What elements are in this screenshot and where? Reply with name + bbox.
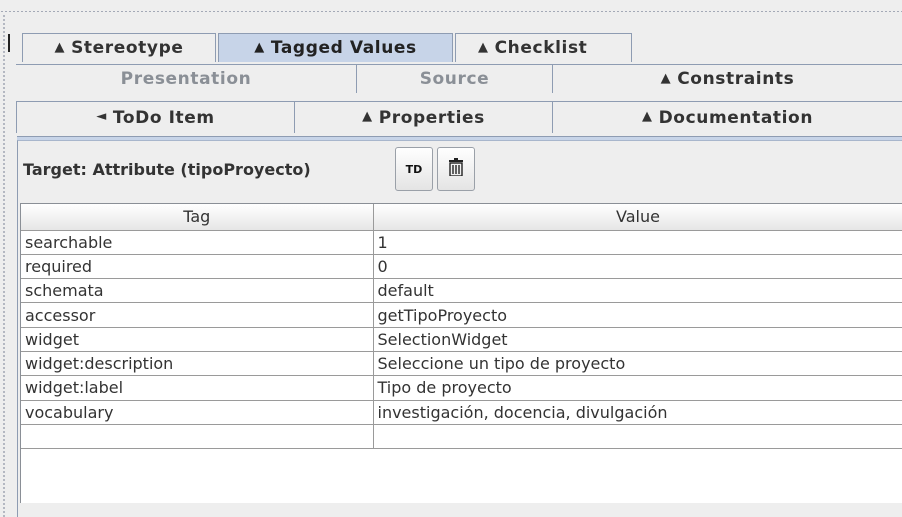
new-todo-button[interactable]: TD: [395, 147, 433, 191]
tab-source[interactable]: Source: [356, 64, 552, 93]
expand-arrow-icon: ▲: [54, 39, 66, 55]
value-cell[interactable]: [373, 424, 902, 450]
value-cell[interactable]: Seleccione un tipo de proyecto: [373, 351, 902, 377]
drag-handle-top[interactable]: [0, 10, 902, 13]
expand-arrow-icon: ▲: [641, 109, 653, 124]
tab-label: Documentation: [658, 107, 814, 128]
tagged-values-panel: ▲ Stereotype ▲ Tagged Values ▲ Checklist…: [0, 0, 902, 517]
value-cell[interactable]: getTipoProyecto: [373, 302, 902, 328]
tagged-values-table: Tag Value searchable 1 required 0 schema…: [20, 203, 902, 503]
tag-cell[interactable]: searchable: [21, 230, 374, 255]
table-row[interactable]: accessor getTipoProyecto: [21, 302, 902, 328]
table-row[interactable]: widget SelectionWidget: [21, 327, 902, 352]
tab-label: Presentation: [120, 69, 252, 89]
tab-label: Source: [419, 69, 490, 89]
value-cell[interactable]: SelectionWidget: [373, 327, 902, 352]
table-row[interactable]: searchable 1: [21, 230, 902, 255]
tab-checklist[interactable]: ▲ Checklist: [455, 33, 632, 62]
tab-documentation[interactable]: ▲ Documentation: [552, 101, 902, 133]
expand-arrow-icon: ▲: [478, 39, 489, 55]
value-cell[interactable]: investigación, docencia, divulgación: [373, 400, 902, 425]
tab-properties[interactable]: ▲ Properties: [294, 101, 552, 133]
tab-label: Tagged Values: [270, 38, 417, 58]
expand-arrow-icon: ▲: [254, 39, 265, 55]
trash-icon: [448, 158, 464, 180]
splitter-bar[interactable]: [8, 34, 10, 52]
value-cell[interactable]: 0: [373, 254, 902, 280]
tag-cell[interactable]: [21, 424, 374, 450]
table-row[interactable]: schemata default: [21, 278, 902, 304]
tag-cell[interactable]: accessor: [21, 302, 374, 328]
tag-cell[interactable]: required: [21, 254, 374, 280]
tab-row-2: Presentation Source ▲ Constraints: [16, 64, 902, 93]
tab-label: Stereotype: [71, 38, 184, 58]
value-cell[interactable]: 1: [373, 230, 902, 255]
tab-label: Properties: [378, 107, 485, 128]
tag-cell[interactable]: schemata: [21, 278, 374, 304]
tag-cell[interactable]: widget:label: [21, 375, 374, 401]
tab-label: Checklist: [494, 38, 588, 58]
tab-presentation[interactable]: Presentation: [16, 64, 356, 93]
expand-arrow-icon: ▲: [660, 70, 672, 86]
delete-tag-button[interactable]: [437, 147, 475, 191]
value-cell[interactable]: Tipo de proyecto: [373, 375, 902, 401]
tab-row-1: ▲ Stereotype ▲ Tagged Values ▲ Checklist: [22, 33, 632, 62]
tab-row-3: ◄ ToDo Item ▲ Properties ▲ Documentation: [16, 101, 902, 133]
column-header-value[interactable]: Value: [373, 204, 902, 231]
value-cell[interactable]: default: [373, 278, 902, 304]
table-row-empty[interactable]: [21, 424, 902, 450]
table-row[interactable]: vocabulary investigación, docencia, divu…: [21, 400, 902, 425]
expand-arrow-icon: ▲: [362, 109, 373, 124]
tag-cell[interactable]: vocabulary: [21, 400, 374, 425]
table-row[interactable]: widget:description Seleccione un tipo de…: [21, 351, 902, 377]
tab-tagged-values[interactable]: ▲ Tagged Values: [218, 33, 453, 62]
tab-label: Constraints: [677, 69, 795, 89]
table-row[interactable]: required 0: [21, 254, 902, 280]
drag-handle-left[interactable]: [2, 14, 6, 517]
tag-cell[interactable]: widget:description: [21, 351, 374, 377]
column-header-tag[interactable]: Tag: [21, 204, 374, 231]
table-bottom-area: [20, 503, 902, 517]
target-label: Target: Attribute (tipoProyecto): [23, 160, 311, 179]
tab-label: ToDo Item: [112, 107, 215, 128]
tag-cell[interactable]: widget: [21, 327, 374, 352]
table-row[interactable]: widget:label Tipo de proyecto: [21, 375, 902, 401]
tab-constraints[interactable]: ▲ Constraints: [552, 64, 902, 93]
table-header-row: Tag Value: [21, 204, 902, 231]
tab-todo-item[interactable]: ◄ ToDo Item: [16, 101, 294, 133]
tab-stereotype[interactable]: ▲ Stereotype: [22, 33, 216, 62]
collapse-arrow-icon: ◄: [96, 109, 107, 124]
todo-icon: TD: [405, 162, 423, 176]
